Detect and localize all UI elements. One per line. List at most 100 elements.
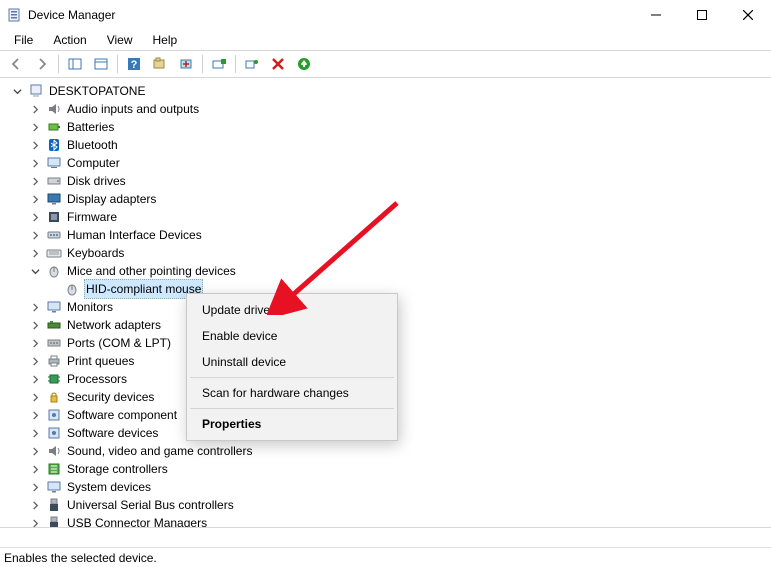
usb-icon xyxy=(46,515,62,528)
uninstall-button[interactable] xyxy=(240,53,264,75)
chevron-right-icon[interactable] xyxy=(28,516,42,528)
toolbar: ? xyxy=(0,50,771,78)
tree-root[interactable]: DESKTOPATONE xyxy=(10,82,771,100)
tree-node-label: Print queues xyxy=(66,352,135,370)
properties-button[interactable] xyxy=(89,53,113,75)
tree-root-label: DESKTOPATONE xyxy=(48,82,146,100)
chevron-right-icon[interactable] xyxy=(28,444,42,458)
tree-node-label: Software devices xyxy=(66,424,159,442)
menu-file[interactable]: File xyxy=(4,31,43,49)
tree-node-label: Batteries xyxy=(66,118,115,136)
tree-node-label: Software component xyxy=(66,406,178,424)
tree-category[interactable]: USB Connector Managers xyxy=(10,514,771,528)
ctx-scan-hardware[interactable]: Scan for hardware changes xyxy=(190,380,394,406)
delete-button[interactable] xyxy=(266,53,290,75)
tree-node-label: Processors xyxy=(66,370,128,388)
system-icon xyxy=(46,479,62,495)
tree-node-label: USB Connector Managers xyxy=(66,514,208,528)
close-button[interactable] xyxy=(725,0,771,30)
tree-category[interactable]: Mice and other pointing devices xyxy=(10,262,771,280)
storage-icon xyxy=(46,461,62,477)
tree-category[interactable]: Batteries xyxy=(10,118,771,136)
mouse-icon xyxy=(64,281,80,297)
chevron-right-icon[interactable] xyxy=(28,426,42,440)
minimize-button[interactable] xyxy=(633,0,679,30)
tree-category[interactable]: Display adapters xyxy=(10,190,771,208)
menu-help[interactable]: Help xyxy=(143,31,188,49)
chevron-down-icon[interactable] xyxy=(10,84,24,98)
mouse-icon xyxy=(46,263,62,279)
scan-hardware-button[interactable] xyxy=(292,53,316,75)
chevron-right-icon[interactable] xyxy=(28,156,42,170)
chevron-right-icon[interactable] xyxy=(28,498,42,512)
chevron-right-icon[interactable] xyxy=(28,336,42,350)
help-button[interactable]: ? xyxy=(122,53,146,75)
chevron-right-icon[interactable] xyxy=(28,372,42,386)
tree-node-label: Ports (COM & LPT) xyxy=(66,334,172,352)
tree-category[interactable]: Disk drives xyxy=(10,172,771,190)
tree-node-label: Network adapters xyxy=(66,316,162,334)
app-icon xyxy=(6,7,22,23)
update-driver-button[interactable] xyxy=(174,53,198,75)
tree-category[interactable]: Computer xyxy=(10,154,771,172)
chevron-right-icon[interactable] xyxy=(28,300,42,314)
chevron-right-icon[interactable] xyxy=(28,408,42,422)
menu-bar: File Action View Help xyxy=(0,30,771,50)
chevron-right-icon[interactable] xyxy=(28,228,42,242)
menu-view[interactable]: View xyxy=(97,31,143,49)
tree-node-label: Keyboards xyxy=(66,244,125,262)
chevron-right-icon[interactable] xyxy=(28,354,42,368)
chevron-down-icon[interactable] xyxy=(28,264,42,278)
tree-category[interactable]: Bluetooth xyxy=(10,136,771,154)
tree-category[interactable]: Firmware xyxy=(10,208,771,226)
tree-category[interactable]: Storage controllers xyxy=(10,460,771,478)
ctx-separator xyxy=(190,408,394,409)
chevron-right-icon[interactable] xyxy=(28,120,42,134)
window-title: Device Manager xyxy=(28,8,115,22)
disk-icon xyxy=(46,173,62,189)
chevron-right-icon[interactable] xyxy=(28,174,42,188)
ctx-enable-device[interactable]: Enable device xyxy=(190,323,394,349)
computer-icon xyxy=(28,83,44,99)
ctx-properties[interactable]: Properties xyxy=(190,411,394,437)
show-hide-tree-button[interactable] xyxy=(63,53,87,75)
status-text: Enables the selected device. xyxy=(4,551,157,565)
ctx-update-driver[interactable]: Update driver xyxy=(190,297,394,323)
tree-category[interactable]: Audio inputs and outputs xyxy=(10,100,771,118)
audio-icon xyxy=(46,101,62,117)
monitor-icon xyxy=(46,299,62,315)
chevron-right-icon[interactable] xyxy=(28,480,42,494)
tree-node-label: Storage controllers xyxy=(66,460,169,478)
scan-button[interactable] xyxy=(148,53,172,75)
tree-category[interactable]: Human Interface Devices xyxy=(10,226,771,244)
port-icon xyxy=(46,335,62,351)
tree-category[interactable]: System devices xyxy=(10,478,771,496)
tree-category[interactable]: Keyboards xyxy=(10,244,771,262)
maximize-button[interactable] xyxy=(679,0,725,30)
tree-node-label: Mice and other pointing devices xyxy=(66,262,237,280)
display-icon xyxy=(46,191,62,207)
menu-action[interactable]: Action xyxy=(43,31,96,49)
title-bar: Device Manager xyxy=(0,0,771,30)
chevron-right-icon[interactable] xyxy=(28,138,42,152)
chevron-right-icon[interactable] xyxy=(28,462,42,476)
chevron-right-icon[interactable] xyxy=(28,210,42,224)
forward-button[interactable] xyxy=(30,53,54,75)
svg-text:?: ? xyxy=(131,59,138,71)
back-button[interactable] xyxy=(4,53,28,75)
tree-node-label: Disk drives xyxy=(66,172,127,190)
chevron-right-icon[interactable] xyxy=(28,192,42,206)
computer-icon xyxy=(46,155,62,171)
tree-category[interactable]: Universal Serial Bus controllers xyxy=(10,496,771,514)
tree-node-label: Human Interface Devices xyxy=(66,226,203,244)
chevron-right-icon[interactable] xyxy=(28,390,42,404)
status-bar: Enables the selected device. xyxy=(0,547,771,567)
context-menu: Update driver Enable device Uninstall de… xyxy=(186,293,398,441)
tree-category[interactable]: Sound, video and game controllers xyxy=(10,442,771,460)
enable-button[interactable] xyxy=(207,53,231,75)
chevron-right-icon[interactable] xyxy=(28,246,42,260)
hid-icon xyxy=(46,227,62,243)
ctx-uninstall-device[interactable]: Uninstall device xyxy=(190,349,394,375)
chevron-right-icon[interactable] xyxy=(28,102,42,116)
chevron-right-icon[interactable] xyxy=(28,318,42,332)
